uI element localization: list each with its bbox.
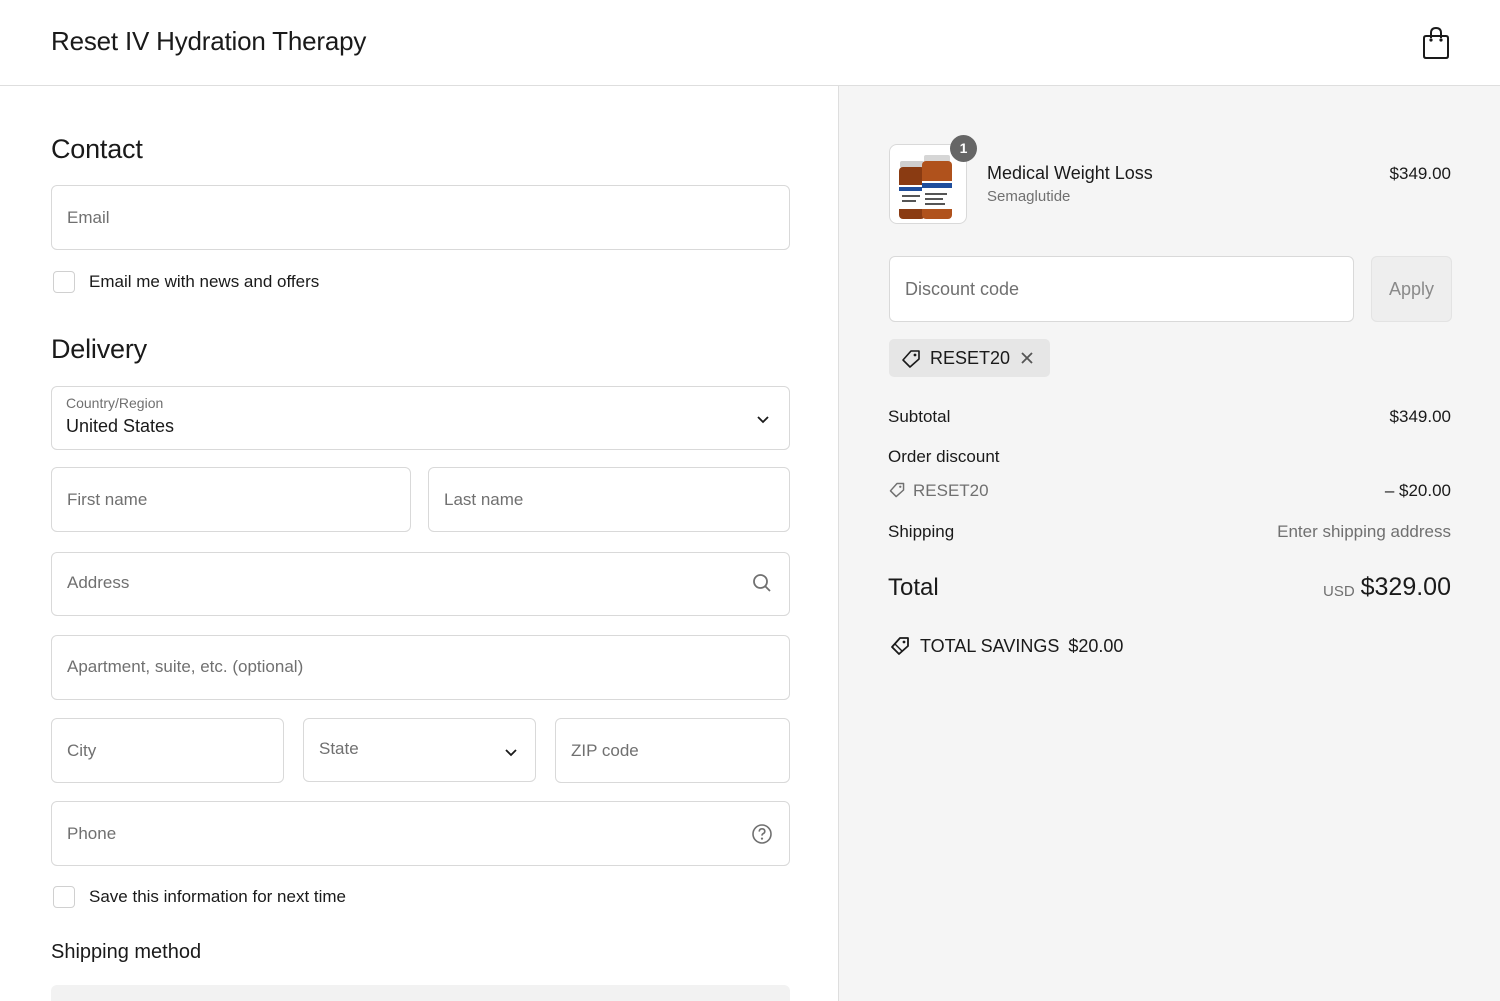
contact-heading: Contact [51, 134, 143, 164]
total-label: Total [888, 574, 939, 601]
newsletter-label[interactable]: Email me with news and offers [89, 272, 319, 292]
savings-tag-icon [889, 635, 911, 657]
order-discount-code: RESET20 [913, 481, 989, 500]
discount-code-field[interactable]: Discount code [889, 256, 1354, 322]
last-name-placeholder: Last name [444, 490, 524, 509]
close-icon[interactable] [1019, 350, 1035, 371]
save-info-row: Save this information for next time [53, 886, 346, 908]
shipping-value: Enter shipping address [1277, 522, 1451, 541]
quantity-badge: 1 [950, 135, 977, 162]
apply-button[interactable]: Apply [1371, 256, 1452, 322]
country-label: Country/Region [66, 395, 164, 411]
country-value: United States [66, 416, 175, 436]
address-placeholder: Address [67, 573, 130, 592]
header: Reset IV Hydration Therapy [0, 0, 1500, 86]
address-field[interactable]: Address [51, 552, 790, 616]
phone-placeholder: Phone [67, 824, 117, 843]
zip-placeholder: ZIP code [571, 741, 639, 760]
newsletter-row: Email me with news and offers [53, 271, 319, 293]
order-summary: 1 Medical Weight Loss Semaglutide $349.0… [838, 86, 1500, 1001]
save-info-label[interactable]: Save this information for next time [89, 887, 346, 907]
savings-label: TOTAL SAVINGS [920, 635, 1060, 656]
state-select[interactable]: State [303, 718, 536, 782]
search-icon[interactable] [752, 573, 772, 598]
product-thumbnail: 1 [889, 135, 977, 224]
last-name-field[interactable]: Last name [428, 467, 790, 532]
shop-title[interactable]: Reset IV Hydration Therapy [51, 26, 366, 57]
subtotal-value: $349.00 [1389, 407, 1451, 426]
newsletter-checkbox[interactable] [53, 271, 75, 293]
delivery-heading: Delivery [51, 334, 147, 364]
shopping-bag-icon[interactable] [1420, 26, 1452, 60]
city-field[interactable]: City [51, 718, 284, 783]
city-placeholder: City [67, 741, 97, 760]
country-select[interactable]: Country/Region United States [51, 386, 790, 450]
save-info-checkbox[interactable] [53, 886, 75, 908]
shipping-method-heading: Shipping method [51, 941, 202, 963]
product-variant: Semaglutide [987, 188, 1071, 205]
apartment-placeholder: Apartment, suite, etc. (optional) [67, 657, 304, 676]
order-discount-value: – $20.00 [1384, 481, 1451, 500]
first-name-field[interactable]: First name [51, 467, 411, 532]
phone-field[interactable]: Phone [51, 801, 790, 866]
email-placeholder: Email [67, 208, 110, 227]
zip-field[interactable]: ZIP code [555, 718, 790, 783]
checkout-page: Reset IV Hydration Therapy Contact Email… [0, 0, 1500, 1001]
state-placeholder: State [319, 739, 359, 758]
chevron-down-icon [504, 745, 518, 763]
discount-placeholder: Discount code [905, 279, 1020, 299]
order-discount-label: Order discount [888, 447, 1000, 466]
tag-icon [888, 481, 906, 504]
shipping-method-placeholder [51, 985, 790, 1001]
total-currency: USD [1323, 583, 1355, 600]
chevron-down-icon [756, 412, 770, 430]
first-name-placeholder: First name [67, 490, 148, 509]
shipping-label: Shipping [888, 522, 955, 541]
help-circle-icon[interactable] [751, 823, 773, 850]
savings-value: $20.00 [1068, 635, 1124, 656]
subtotal-label: Subtotal [888, 407, 951, 426]
applied-discount-chip: RESET20 [889, 339, 1050, 377]
total-value: $329.00 [1360, 573, 1451, 601]
apartment-field[interactable]: Apartment, suite, etc. (optional) [51, 635, 790, 700]
applied-code-label: RESET20 [930, 348, 1011, 368]
email-field[interactable]: Email [51, 185, 790, 250]
total-savings: TOTAL SAVINGS $20.00 [889, 635, 1123, 657]
product-name: Medical Weight Loss [987, 163, 1153, 183]
checkout-form: Contact Email Email me with news and off… [0, 86, 838, 1001]
product-price: $349.00 [1389, 164, 1451, 183]
tag-icon [900, 348, 922, 375]
